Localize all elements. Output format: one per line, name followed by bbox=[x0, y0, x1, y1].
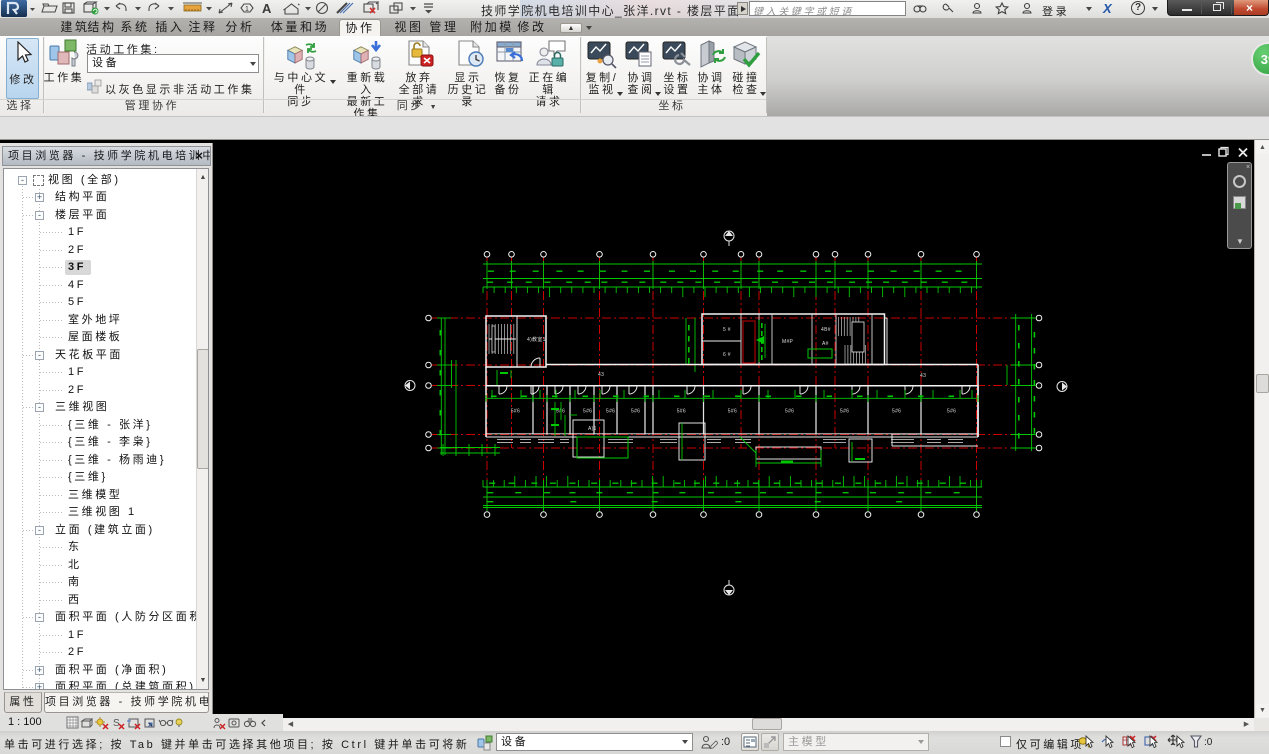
svg-text:5#6: 5#6 bbox=[728, 409, 737, 415]
svg-text:6 #: 6 # bbox=[723, 352, 731, 358]
svg-text:5#6: 5#6 bbox=[677, 409, 686, 415]
svg-text:A#: A# bbox=[822, 341, 829, 347]
svg-text:1: 1 bbox=[245, 6, 249, 13]
svg-text:43: 43 bbox=[920, 373, 926, 379]
svg-text:5#6: 5#6 bbox=[631, 409, 640, 415]
svg-text:4B#: 4B# bbox=[821, 327, 831, 333]
svg-text:A: A bbox=[262, 1, 272, 16]
svg-text:5#6: 5#6 bbox=[892, 409, 901, 415]
svg-text:5#6: 5#6 bbox=[840, 409, 849, 415]
svg-text:5#6: 5#6 bbox=[785, 409, 794, 415]
svg-text:5#6: 5#6 bbox=[947, 409, 956, 415]
svg-text:4)教室1: 4)教室1 bbox=[527, 336, 546, 343]
svg-text:A)1: A)1 bbox=[588, 426, 597, 432]
svg-text:5#6: 5#6 bbox=[511, 409, 520, 415]
svg-text::0: :0 bbox=[1204, 737, 1213, 748]
svg-text:5 #: 5 # bbox=[723, 327, 731, 333]
svg-text:43: 43 bbox=[598, 372, 604, 378]
svg-text:5#6: 5#6 bbox=[583, 409, 592, 415]
svg-text:S: S bbox=[113, 718, 120, 729]
svg-text:5#6: 5#6 bbox=[606, 409, 615, 415]
svg-text:M#P: M#P bbox=[782, 339, 794, 345]
